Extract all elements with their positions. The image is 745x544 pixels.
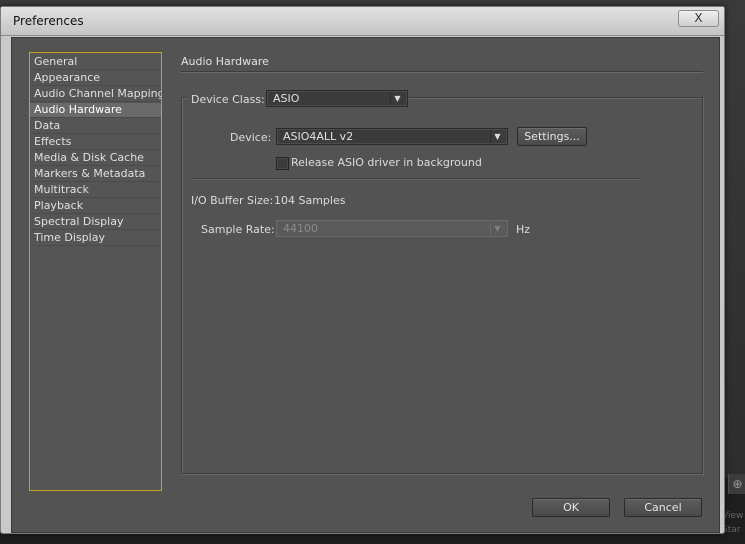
buffer-size-value: 104 Samples — [274, 194, 346, 207]
category-playback[interactable]: Playback — [30, 199, 161, 214]
category-media-disk-cache[interactable]: Media & Disk Cache — [30, 151, 161, 166]
close-icon: X — [694, 11, 703, 25]
buffer-size-label: I/O Buffer Size: — [191, 194, 274, 207]
close-button[interactable]: X — [678, 10, 719, 27]
title-bar[interactable]: Preferences X — [1, 7, 724, 36]
category-general[interactable]: General — [30, 55, 161, 70]
section-divider — [181, 71, 703, 73]
category-spectral-display[interactable]: Spectral Display — [30, 215, 161, 230]
release-asio-label[interactable]: Release ASIO driver in background — [291, 156, 482, 169]
section-title: Audio Hardware — [181, 55, 269, 68]
category-data[interactable]: Data — [30, 119, 161, 134]
device-label: Device: — [230, 131, 272, 144]
category-appearance[interactable]: Appearance — [30, 71, 161, 86]
category-markers-metadata[interactable]: Markers & Metadata — [30, 167, 161, 182]
sample-rate-dropdown[interactable]: 44100 ▼ — [276, 220, 508, 237]
zoom-icon: ⊕ — [728, 474, 745, 494]
category-effects[interactable]: Effects — [30, 135, 161, 150]
device-class-value: ASIO — [273, 92, 300, 105]
device-value: ASIO4ALL v2 — [283, 130, 354, 143]
sample-rate-value: 44100 — [283, 222, 318, 235]
sample-rate-label: Sample Rate: — [201, 223, 275, 236]
window-title: Preferences — [13, 14, 84, 28]
chevron-down-icon: ▼ — [490, 130, 504, 143]
device-dropdown[interactable]: ASIO4ALL v2 ▼ — [276, 128, 508, 145]
sample-rate-unit: Hz — [516, 223, 531, 236]
settings-button[interactable]: Settings... — [517, 127, 587, 146]
category-multitrack[interactable]: Multitrack — [30, 183, 161, 198]
background-hint: View Star — [722, 509, 745, 537]
background-hint-line: View — [722, 511, 744, 521]
background-hint-line: Star — [722, 525, 741, 535]
chevron-down-icon: ▼ — [490, 222, 504, 235]
ok-button[interactable]: OK — [532, 498, 610, 517]
chevron-down-icon: ▼ — [390, 92, 404, 105]
category-audio-hardware[interactable]: Audio Hardware — [30, 103, 161, 118]
dialog-content: General Appearance Audio Channel Mapping… — [11, 37, 720, 533]
device-class-group — [181, 97, 703, 474]
release-asio-checkbox[interactable] — [276, 157, 289, 170]
device-class-label: Device Class: — [191, 93, 265, 106]
device-class-dropdown[interactable]: ASIO ▼ — [266, 90, 408, 107]
category-list: General Appearance Audio Channel Mapping… — [29, 52, 162, 491]
cancel-button[interactable]: Cancel — [624, 498, 702, 517]
category-time-display[interactable]: Time Display — [30, 231, 161, 246]
category-audio-channel-mapping[interactable]: Audio Channel Mapping — [30, 87, 161, 102]
group-divider — [191, 178, 641, 180]
preferences-dialog: Preferences X General Appearance Audio C… — [0, 6, 725, 534]
